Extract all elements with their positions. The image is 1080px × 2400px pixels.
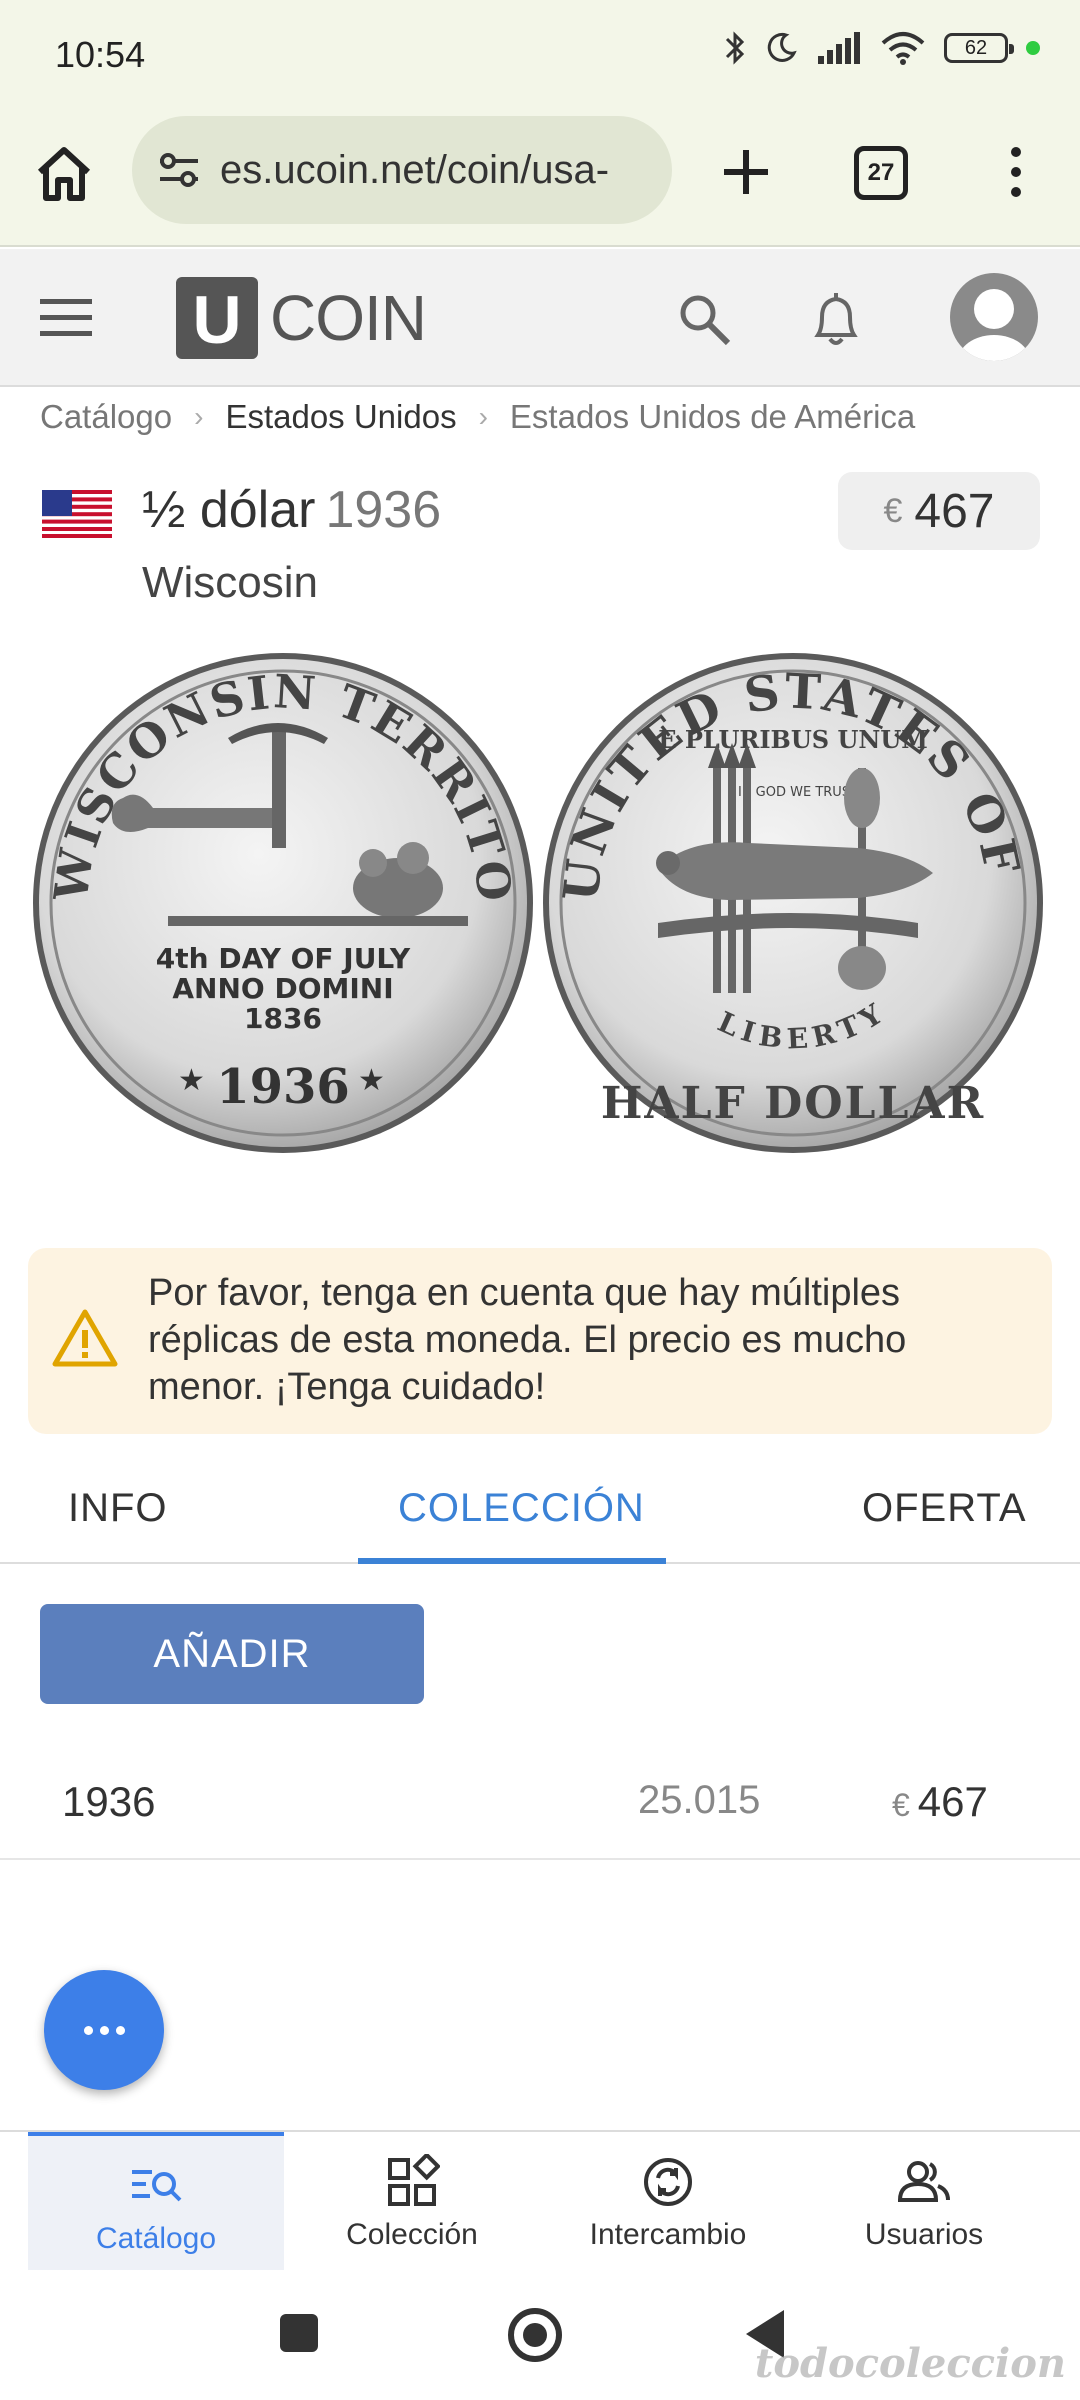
nav-users-label: Usuarios <box>864 2218 984 2251</box>
active-tab-indicator <box>358 1558 666 1564</box>
price-currency: € <box>883 491 903 530</box>
url-text: es.ucoin.net/coin/usa- <box>220 147 610 192</box>
coin-subtitle: Wiscosin <box>142 558 319 607</box>
moon-icon <box>767 32 797 62</box>
breadcrumb-separator-icon: › <box>194 401 204 432</box>
tab-offer[interactable]: OFERTA <box>862 1486 1027 1531</box>
home-icon[interactable] <box>32 142 96 206</box>
obverse-date-line3: 1836 <box>244 1002 322 1035</box>
catalog-search-icon <box>132 2170 182 2202</box>
table-row[interactable]: 1936 25.015 €467 <box>0 1748 1080 1860</box>
bluetooth-icon <box>725 31 745 65</box>
more-actions-fab[interactable] <box>44 1970 164 2090</box>
breadcrumb: Catálogo › Estados Unidos › Estados Unid… <box>40 392 915 442</box>
coin-year: 1936 <box>325 481 442 539</box>
signal-icon <box>818 32 860 64</box>
recent-apps-icon[interactable] <box>280 2314 318 2352</box>
breadcrumb-country[interactable]: Estados Unidos <box>225 398 456 436</box>
browser-toolbar: es.ucoin.net/coin/usa- 27 <box>0 112 1080 232</box>
row-price-value: 467 <box>917 1778 988 1825</box>
privacy-dot <box>1026 41 1040 55</box>
nav-collection[interactable]: Colección <box>284 2132 540 2270</box>
price-badge[interactable]: € 467 <box>838 472 1040 550</box>
reverse-motto: E PLURIBUS UNUM <box>658 725 928 754</box>
collection-grid-icon <box>388 2154 440 2206</box>
tab-switcher-button[interactable]: 27 <box>854 146 908 200</box>
row-year: 1936 <box>62 1778 156 1825</box>
logo-mark: U <box>176 277 258 359</box>
coin-tabs: INFO COLECCIÓN OFERTA <box>0 1460 1080 1564</box>
status-icons: 62 <box>724 30 1040 66</box>
dot-icon <box>84 2026 93 2035</box>
price-value: 467 <box>914 484 995 538</box>
status-time: 10:54 <box>55 34 146 75</box>
search-icon[interactable] <box>676 291 732 347</box>
hamburger-menu-icon[interactable] <box>40 297 92 337</box>
nav-collection-label: Colección <box>346 2218 478 2251</box>
obverse-date-line1: 4th DAY OF JULY <box>156 942 411 975</box>
nav-catalog[interactable]: Catálogo <box>28 2132 284 2270</box>
page-title: ½ dólar 1936 <box>142 480 441 540</box>
nav-exchange[interactable]: Intercambio <box>540 2132 796 2270</box>
home-circle-icon[interactable] <box>508 2308 562 2362</box>
nav-exchange-label: Intercambio <box>589 2218 747 2251</box>
obverse-year: 1936 <box>216 1059 350 1115</box>
row-price: €467 <box>892 1778 988 1826</box>
add-button[interactable]: AÑADIR <box>40 1604 424 1704</box>
nav-users[interactable]: Usuarios <box>796 2132 1052 2270</box>
avatar[interactable] <box>950 273 1038 361</box>
usa-flag-icon <box>42 490 112 538</box>
breadcrumb-separator-icon: › <box>478 401 488 432</box>
bottom-navigation: Catálogo Colección Intercambio Usuarios <box>0 2130 1080 2270</box>
system-navigation-bar: todocoleccion <box>0 2270 1080 2400</box>
browser-chrome: 10:54 62 es.ucoin.net/coin/usa- 27 <box>0 0 1080 247</box>
more-menu-icon[interactable] <box>996 142 1036 202</box>
warning-triangle-icon <box>52 1309 118 1367</box>
dot-icon <box>116 2026 125 2035</box>
site-settings-icon[interactable] <box>154 145 204 195</box>
obverse-date-line2: ANNO DOMINI <box>172 972 393 1005</box>
replica-warning: Por favor, tenga en cuenta que hay múlti… <box>28 1248 1052 1434</box>
star-icon: ★ <box>358 1064 385 1097</box>
coin-denomination: ½ dólar <box>142 481 316 539</box>
user-silhouette-icon <box>958 289 1030 361</box>
new-tab-icon[interactable] <box>716 142 776 202</box>
reverse-god-we-trust: IN GOD WE TRUST <box>738 785 858 800</box>
watermark-logo: todocoleccion <box>754 2340 1066 2387</box>
reverse-denomination: HALF DOLLAR <box>601 1078 985 1129</box>
dot-icon <box>100 2026 109 2035</box>
bell-icon[interactable] <box>808 289 864 349</box>
star-icon: ★ <box>178 1064 205 1097</box>
warning-text: Por favor, tenga en cuenta que hay múlti… <box>148 1272 907 1408</box>
nav-catalog-label: Catálogo <box>95 2222 217 2255</box>
row-price-currency: € <box>892 1787 910 1823</box>
battery-indicator: 62 <box>944 33 1014 63</box>
address-bar[interactable]: es.ucoin.net/coin/usa- <box>132 116 672 224</box>
exchange-icon <box>644 2158 692 2206</box>
coin-obverse[interactable]: WISCONSIN TERRITORIAL CENTENNIAL 4th DAY… <box>28 648 533 1153</box>
coin-images: WISCONSIN TERRITORIAL CENTENNIAL 4th DAY… <box>28 648 1043 1153</box>
row-mintage: 25.015 <box>638 1778 761 1822</box>
wifi-icon <box>881 32 925 65</box>
site-header: U COIN <box>0 249 1080 387</box>
breadcrumb-issuer[interactable]: Estados Unidos de América <box>510 398 915 436</box>
tab-info[interactable]: INFO <box>68 1486 168 1531</box>
users-icon <box>897 2161 950 2202</box>
status-bar: 10:54 62 <box>0 0 1080 110</box>
tab-collection[interactable]: COLECCIÓN <box>398 1486 645 1531</box>
breadcrumb-catalog[interactable]: Catálogo <box>40 398 172 436</box>
ucoin-logo[interactable]: U COIN <box>176 277 427 359</box>
logo-text: COIN <box>270 282 427 354</box>
